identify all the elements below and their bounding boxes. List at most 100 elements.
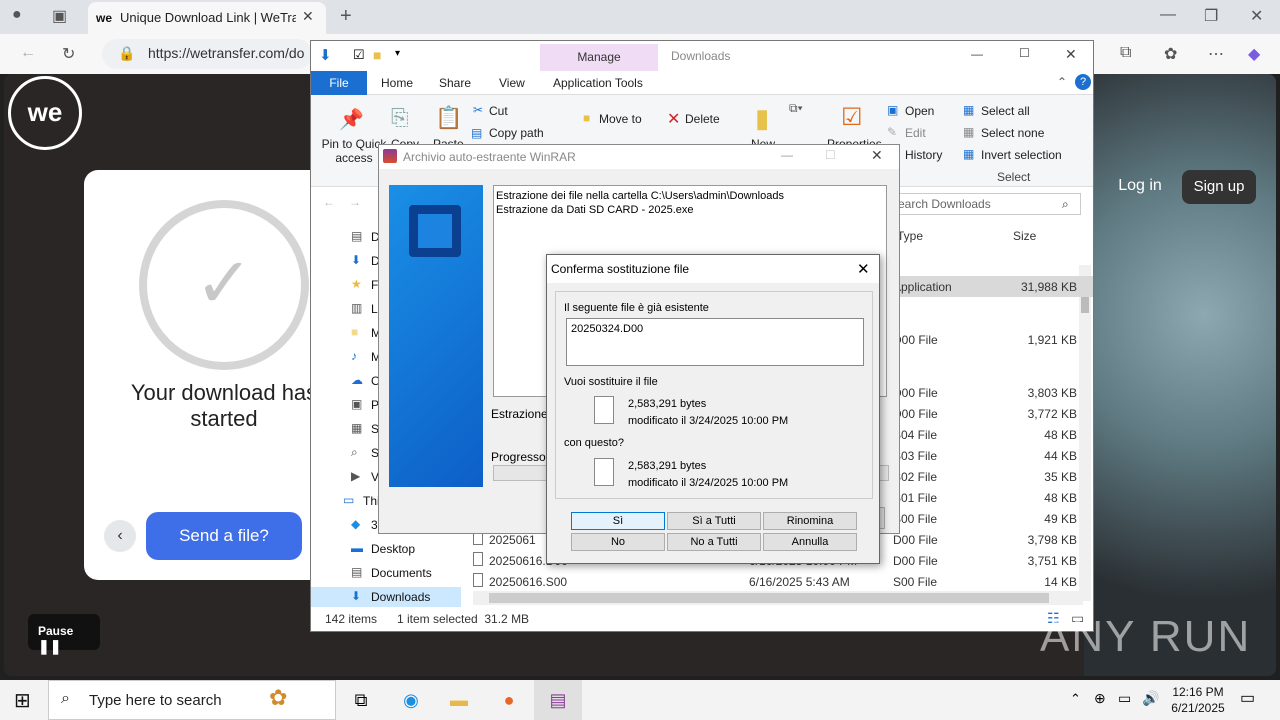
pause-button[interactable]: Pause ❚❚ <box>28 614 100 654</box>
select-none-button[interactable]: Select none <box>981 126 1044 140</box>
no-button[interactable]: No <box>571 533 665 551</box>
folder-icon[interactable]: ■ <box>373 47 381 63</box>
browser-tab[interactable]: we Unique Download Link | WeTransfer ✕ <box>88 2 326 34</box>
url-field[interactable]: 🔒 https://wetransfer.com/do <box>102 39 312 69</box>
open-button[interactable]: Open <box>905 104 934 118</box>
file-size: 49 KB <box>1044 512 1077 526</box>
invert-selection-button[interactable]: Invert selection <box>981 148 1062 162</box>
close-tab-icon[interactable]: ✕ <box>302 8 314 25</box>
help-icon[interactable]: ? <box>1075 74 1091 90</box>
properties-qat-icon[interactable]: ☑ <box>353 47 365 63</box>
send-file-button[interactable]: Send a file? <box>146 512 302 560</box>
manage-context-tab[interactable]: Manage <box>540 44 658 71</box>
clock[interactable]: 12:16 PM 6/21/2025 <box>1160 684 1236 716</box>
task-view-icon[interactable]: ⧉ <box>346 686 376 714</box>
volume-icon[interactable]: 🔊 <box>1142 690 1159 707</box>
login-button[interactable]: Log in <box>1100 164 1180 208</box>
pause-label: Pause <box>38 624 74 638</box>
file-row[interactable]: 20250616.S00 6/16/2025 5:43 AM S00 File 14 … <box>473 571 1093 592</box>
yes-to-all-button[interactable]: Sì a Tutti <box>667 512 761 530</box>
qat-dropdown-icon[interactable]: ▾ <box>395 48 400 59</box>
select-all-button[interactable]: Select all <box>981 104 1030 118</box>
forward-icon[interactable]: → <box>349 195 361 209</box>
firefox-icon[interactable]: ● <box>494 686 524 714</box>
nav-item-label: Downloads <box>371 590 431 604</box>
file-explorer-icon[interactable]: ▬ <box>444 686 474 714</box>
copilot-icon[interactable]: ◆ <box>1248 44 1260 64</box>
delete-icon: ✕ <box>667 111 681 128</box>
windows-start-icon[interactable]: ⊞ <box>14 688 31 713</box>
copy-path-button[interactable]: Copy path <box>489 126 544 140</box>
delete-button[interactable]: Delete <box>685 112 720 126</box>
refresh-icon[interactable]: ↻ <box>62 44 75 64</box>
tab-view[interactable]: View <box>499 76 525 90</box>
back-icon[interactable]: ← <box>20 44 36 62</box>
taskbar-search[interactable]: ⌕ Type here to search ✿ <box>48 680 336 720</box>
horizontal-scrollbar-thumb[interactable] <box>489 593 1049 603</box>
close-icon[interactable]: ✕ <box>1065 46 1077 63</box>
collapse-ribbon-icon[interactable]: ⌃ <box>1057 75 1067 89</box>
column-size[interactable]: Size <box>1013 229 1036 243</box>
move-to-button[interactable]: Move to <box>599 112 642 126</box>
nav-item[interactable]: ▬ Desktop <box>311 539 461 559</box>
nav-item[interactable]: ⬇ Downloads <box>311 587 461 607</box>
new-file-modified: modificato il 3/24/2025 10:00 PM <box>628 477 789 489</box>
more-icon[interactable]: ⋯ <box>1208 44 1224 64</box>
no-to-all-button[interactable]: No a Tutti <box>667 533 761 551</box>
cut-button[interactable]: Cut <box>489 104 508 118</box>
search-icon: ⌕ <box>1062 197 1069 211</box>
new-item-icon[interactable]: ⧉▾ <box>789 101 803 116</box>
tab-application-tools[interactable]: Application Tools <box>553 76 643 90</box>
extensions-icon[interactable]: ✿ <box>1164 44 1177 64</box>
minimize-icon[interactable]: — <box>1160 6 1176 24</box>
status-bar: 142 items 1 item selected 31.2 MB ☷ ▭ <box>311 607 1093 631</box>
yes-button[interactable]: Sì <box>571 512 665 530</box>
log-line: Estrazione dei file nella cartella C:\Us… <box>496 190 784 202</box>
wetransfer-logo[interactable]: we <box>8 76 82 150</box>
file-type: D00 File <box>893 554 938 568</box>
new-tab-icon[interactable]: + <box>340 5 352 28</box>
horizontal-scrollbar[interactable] <box>473 591 1083 605</box>
close-icon[interactable]: ✕ <box>871 147 883 164</box>
tab-share[interactable]: Share <box>439 76 471 90</box>
winrar-taskbar-icon[interactable]: ▤ <box>534 680 582 720</box>
file-size: 35 KB <box>1044 470 1077 484</box>
connection-icon[interactable]: ▭ <box>1118 690 1131 707</box>
file-type: S00 File <box>893 575 938 589</box>
paste-icon: 📋 <box>435 105 463 130</box>
signup-button[interactable]: Sign up <box>1182 170 1256 204</box>
cancel-button[interactable]: Annulla <box>763 533 857 551</box>
winrar-icon <box>383 149 397 163</box>
minimize-icon[interactable]: — <box>781 148 793 162</box>
cube-icon: ◆ <box>351 517 361 531</box>
close-icon[interactable]: ✕ <box>857 260 870 278</box>
edge-icon[interactable]: ◉ <box>396 686 426 714</box>
close-window-icon[interactable]: ✕ <box>1250 6 1263 26</box>
lock-icon[interactable]: 🔒 <box>118 45 135 62</box>
edit-button[interactable]: Edit <box>905 126 926 140</box>
search-input[interactable]: Search Downloads ⌕ <box>881 193 1081 215</box>
collections-icon[interactable]: ⧉ <box>1120 44 1131 62</box>
dialog-title: Conferma sostituzione file ✕ <box>547 255 879 283</box>
network-icon[interactable]: ⊕ <box>1094 690 1106 707</box>
tab-actions-icon[interactable]: ▣ <box>52 6 67 26</box>
show-hidden-icons[interactable]: ⌃ <box>1070 691 1081 707</box>
back-button[interactable]: ‹ <box>104 520 136 552</box>
history-button[interactable]: History <box>905 148 942 162</box>
rename-button[interactable]: Rinomina <box>763 512 857 530</box>
nav-item[interactable]: ▤ Documents <box>311 563 461 583</box>
profile-icon[interactable]: ● <box>12 6 22 24</box>
restore-icon[interactable]: ❐ <box>1204 6 1218 26</box>
minimize-icon[interactable]: — <box>971 47 983 61</box>
maximize-icon[interactable]: ☐ <box>1019 46 1030 60</box>
open-icon: ▣ <box>887 103 899 117</box>
column-type[interactable]: Type <box>897 229 923 243</box>
saved-icon: ▦ <box>351 421 363 435</box>
tab-file[interactable]: File <box>311 71 367 95</box>
nav-item-label: Documents <box>371 566 432 580</box>
notifications-icon[interactable]: ▭ <box>1240 688 1255 708</box>
maximize-icon[interactable]: ☐ <box>825 148 836 162</box>
tab-home[interactable]: Home <box>381 76 413 90</box>
back-icon[interactable]: ← <box>323 195 335 209</box>
star-icon: ★ <box>351 277 362 291</box>
